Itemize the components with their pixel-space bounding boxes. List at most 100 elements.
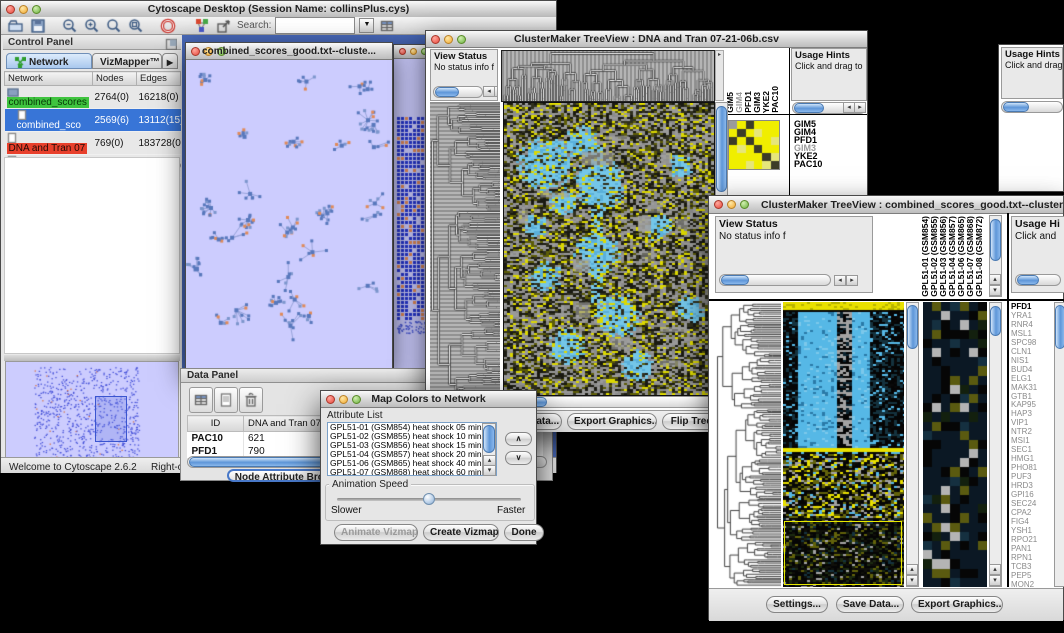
- tv1-hints-hscrollbar[interactable]: ◂ ▸: [792, 102, 866, 114]
- dialog-titlebar[interactable]: Map Colors to Network: [321, 391, 536, 408]
- search-input[interactable]: [275, 17, 355, 34]
- minimize-icon[interactable]: [410, 48, 417, 55]
- scrollbar-thumb[interactable]: [990, 219, 1001, 261]
- tv1-gene-label[interactable]: PAC10: [794, 160, 864, 168]
- delete-attribute-button[interactable]: [239, 387, 263, 413]
- zoom-selected-icon[interactable]: [127, 17, 145, 35]
- attribute-list-vscrollbar[interactable]: ▴ ▾: [482, 423, 496, 475]
- open-folder-icon[interactable]: [7, 17, 25, 35]
- zoom-window-icon[interactable]: [352, 395, 361, 404]
- col-header-edges[interactable]: Edges: [137, 72, 181, 86]
- tv2-gene-label[interactable]: MON2: [1011, 581, 1053, 587]
- minimize-icon[interactable]: [204, 47, 213, 56]
- export-graphics-button[interactable]: Export Graphics...: [567, 413, 657, 430]
- minimize-icon[interactable]: [444, 35, 453, 44]
- scrollbar-thumb[interactable]: [907, 305, 918, 349]
- grid-window-titlebar[interactable]: [394, 45, 429, 59]
- scrollbar-thumb[interactable]: [1055, 305, 1064, 349]
- tv2-hints-hscrollbar[interactable]: [1015, 274, 1061, 286]
- settings-button[interactable]: Settings...: [766, 596, 828, 613]
- scroll-right-icon[interactable]: [494, 86, 498, 97]
- tv1-splitter[interactable]: ▸: [715, 50, 724, 101]
- tv2-column-label[interactable]: GPL51-08 (GSM872): [975, 216, 984, 297]
- move-down-button[interactable]: ∨: [505, 451, 532, 465]
- scrollbar-thumb[interactable]: [721, 275, 749, 285]
- animation-speed-slider[interactable]: [337, 498, 521, 501]
- help-icon[interactable]: [159, 17, 177, 35]
- attribute-list[interactable]: GPL51-01 (GSM854) heat shock 05 minGPL51…: [327, 422, 497, 476]
- select-attributes-button[interactable]: [189, 387, 213, 413]
- tv1-row-dendrogram[interactable]: [430, 102, 500, 394]
- float-panel-icon[interactable]: [163, 36, 177, 50]
- scrollbar-thumb[interactable]: [794, 103, 824, 113]
- scrollbar-thumb[interactable]: [483, 425, 495, 453]
- move-up-button[interactable]: ∧: [505, 432, 532, 446]
- frag-hscrollbar[interactable]: [1001, 101, 1063, 113]
- tv2-labels-vscrollbar[interactable]: ▴ ▾: [989, 215, 1002, 297]
- minimize-icon[interactable]: [339, 395, 348, 404]
- scroll-down-icon[interactable]: ▾: [483, 465, 496, 476]
- tv1-status-hscrollbar[interactable]: [433, 86, 483, 98]
- scrollbar-thumb[interactable]: [1017, 275, 1039, 285]
- scroll-down-icon[interactable]: ▾: [989, 285, 1001, 296]
- zoom-window-icon[interactable]: [457, 35, 466, 44]
- scrollbar-thumb[interactable]: [990, 306, 1001, 336]
- tv2-row-dendrogram[interactable]: [715, 302, 781, 587]
- zoom-window-icon[interactable]: [740, 200, 749, 209]
- col-header-nodes[interactable]: Nodes: [93, 72, 137, 86]
- done-button[interactable]: Done: [504, 524, 544, 541]
- close-icon[interactable]: [399, 48, 406, 55]
- zoom-in-icon[interactable]: [83, 17, 101, 35]
- treeview2-titlebar[interactable]: ClusterMaker TreeView : combined_scores_…: [709, 196, 1063, 214]
- scroll-down-icon[interactable]: ▾: [989, 575, 1001, 586]
- close-icon[interactable]: [191, 47, 200, 56]
- zoom-out-icon[interactable]: [61, 17, 79, 35]
- new-attribute-button[interactable]: [214, 387, 238, 413]
- network-view-titlebar[interactable]: combined_scores_good.txt--cluste...: [186, 43, 392, 60]
- tv1-column-label[interactable]: PAC10: [771, 86, 780, 113]
- scrollbar-thumb[interactable]: [716, 106, 727, 192]
- treeview1-titlebar[interactable]: ClusterMaker TreeView : DNA and Tran 07-…: [426, 31, 867, 48]
- close-icon[interactable]: [431, 35, 440, 44]
- cytoscape-titlebar[interactable]: Cytoscape Desktop (Session Name: collins…: [1, 1, 556, 18]
- create-vizmap-button[interactable]: Create Vizmap: [423, 524, 499, 541]
- tv2-heat-vscrollbar[interactable]: ▴ ▾: [906, 302, 919, 587]
- tv1-column-dendrogram[interactable]: [501, 50, 715, 102]
- tv2-zoom-heatmap[interactable]: [923, 302, 987, 587]
- scroll-left-icon[interactable]: ◂: [834, 275, 846, 286]
- animate-vizmap-button[interactable]: Animate Vizmap: [334, 524, 418, 541]
- birdseye-view[interactable]: [5, 361, 179, 464]
- close-icon[interactable]: [714, 200, 723, 209]
- tab-network[interactable]: Network: [6, 53, 92, 69]
- grid-network-canvas[interactable]: [394, 59, 429, 372]
- scrollbar-thumb[interactable]: [1003, 102, 1029, 112]
- plugin-icon[interactable]: [193, 17, 211, 35]
- scroll-up-icon[interactable]: ▴: [989, 564, 1001, 575]
- col-header-network[interactable]: Network: [5, 72, 93, 86]
- magnifier-icon[interactable]: [105, 17, 123, 35]
- scroll-up-icon[interactable]: ▴: [906, 564, 918, 575]
- scroll-down-icon[interactable]: ▾: [906, 575, 918, 586]
- birdseye-viewport-rect[interactable]: [95, 396, 127, 442]
- minimize-icon[interactable]: [19, 5, 28, 14]
- close-icon[interactable]: [326, 395, 335, 404]
- slider-thumb[interactable]: [423, 493, 435, 505]
- attribute-table-icon[interactable]: [378, 17, 396, 35]
- zoom-window-icon[interactable]: [32, 5, 41, 14]
- tv2-genes-vscrollbar[interactable]: [1054, 302, 1064, 587]
- zoom-window-icon[interactable]: [217, 47, 226, 56]
- network-canvas[interactable]: [186, 60, 392, 372]
- tv2-zoom-vscrollbar[interactable]: ▴ ▾: [989, 302, 1002, 587]
- tv2-heatmap-selection[interactable]: [784, 521, 902, 585]
- attribute-list-item[interactable]: GPL51-07 (GSM868) heat shock 60 min: [328, 468, 496, 476]
- scroll-up-icon[interactable]: ▴: [989, 274, 1001, 285]
- save-icon[interactable]: [29, 17, 47, 35]
- tv2-status-hscrollbar[interactable]: [719, 274, 831, 286]
- network-row[interactable]: DNA and Tran 07 769(0) 183728(0): [5, 132, 181, 155]
- tv1-heatmap[interactable]: [503, 102, 715, 396]
- close-icon[interactable]: [6, 5, 15, 14]
- scroll-right-icon[interactable]: ▸: [846, 275, 858, 286]
- tabs-overflow-button[interactable]: ▶: [162, 53, 178, 69]
- save-data-button[interactable]: Save Data...: [836, 596, 904, 613]
- network-row-selected[interactable]: combined_sco 2569(6) 13112(15): [5, 109, 181, 132]
